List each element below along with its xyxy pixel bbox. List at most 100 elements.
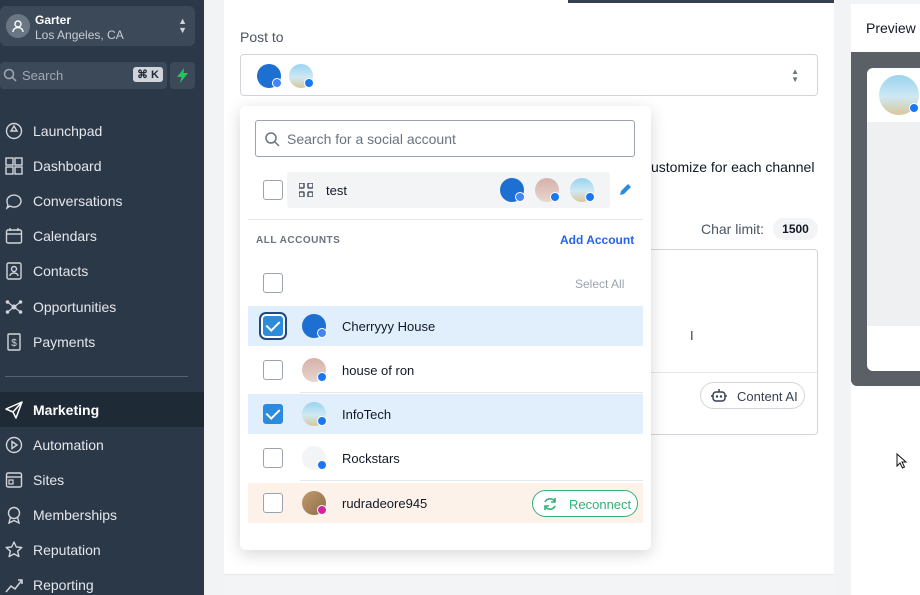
facebook-badge-icon [317, 372, 327, 382]
account-search-input[interactable] [287, 129, 617, 149]
row-divider [300, 480, 643, 481]
sites-icon [5, 471, 23, 489]
sidebar-item-label: Contacts [33, 263, 89, 279]
sidebar-item-label: Reporting [33, 577, 94, 593]
robot-icon [711, 389, 727, 402]
sidebar-search[interactable]: Search ⌘ K [0, 62, 167, 89]
chat-icon [5, 192, 23, 210]
sidebar-item-automation[interactable]: Automation [0, 427, 204, 462]
refresh-icon [544, 498, 556, 510]
account-name: Cherryyy House [342, 319, 436, 334]
google-business-badge-icon [272, 78, 282, 88]
account-row[interactable]: Rockstars [248, 438, 643, 481]
account-checkbox[interactable] [263, 360, 283, 380]
grid-icon [5, 157, 23, 175]
char-limit-value: 1500 [773, 218, 818, 240]
account-row[interactable]: InfoTech [248, 394, 643, 434]
sidebar-item-label: Reputation [33, 542, 101, 558]
reconnect-label: Reconnect [569, 497, 632, 512]
sidebar-item-label: Marketing [33, 402, 100, 418]
receipt-icon: $ [5, 333, 23, 351]
edit-pencil-icon[interactable] [619, 183, 632, 196]
sidebar-item-memberships[interactable]: Memberships [0, 497, 204, 532]
facebook-badge-icon [304, 78, 314, 88]
sidebar-search-placeholder: Search [22, 68, 64, 83]
select-all-checkbox[interactable] [263, 273, 283, 293]
calendar-icon [5, 227, 23, 245]
quick-action-button[interactable] [170, 62, 195, 89]
account-name: rudradeore945 [342, 496, 428, 511]
search-icon [265, 132, 280, 147]
chart-line-icon [5, 576, 23, 594]
facebook-badge-icon [317, 416, 327, 426]
customize-channel-text[interactable]: ustomize for each channel [651, 159, 814, 175]
shortcut-badge: ⌘ K [133, 67, 163, 82]
account-selector[interactable]: ▲ ▼ [240, 54, 818, 96]
location-icon [6, 14, 30, 38]
dropdown-divider [248, 219, 643, 220]
account-checkbox[interactable] [263, 316, 283, 336]
sidebar-item-label: Automation [33, 437, 104, 453]
sidebar-item-calendars[interactable]: Calendars [0, 218, 204, 253]
location-name: Garter [35, 13, 72, 27]
location-switcher[interactable]: Garter Los Angeles, CA ▲ ▼ [0, 6, 195, 46]
account-checkbox[interactable] [263, 404, 283, 424]
account-search[interactable] [255, 120, 635, 157]
send-icon [5, 401, 23, 419]
facebook-badge-icon [585, 192, 595, 202]
group-label: test [326, 183, 347, 198]
account-checkbox[interactable] [263, 448, 283, 468]
group-checkbox[interactable] [263, 180, 283, 200]
account-row[interactable]: house of ron [248, 350, 643, 393]
account-name: house of ron [342, 363, 415, 378]
all-accounts-label: ALL ACCOUNTS [256, 235, 341, 246]
instagram-badge-icon [317, 505, 327, 515]
sidebar-item-label: Conversations [33, 193, 123, 209]
rocket-icon [5, 122, 23, 140]
tab-indicator [568, 0, 834, 3]
add-account-link[interactable]: Add Account [560, 233, 634, 247]
sidebar-item-sites[interactable]: Sites [0, 462, 204, 497]
facebook-badge-icon [550, 192, 560, 202]
select-all-label: Select All [575, 277, 625, 291]
account-dropdown: test ALL ACCOUNTS Add Account Select All… [240, 106, 651, 550]
chevron-updown-icon: ▲ ▼ [791, 67, 799, 84]
group-icon [299, 183, 313, 197]
svg-text:$: $ [11, 338, 17, 349]
account-name: Rockstars [342, 451, 400, 466]
sidebar-item-label: Memberships [33, 507, 118, 523]
sidebar-item-launchpad[interactable]: Launchpad [0, 113, 204, 148]
network-icon [5, 298, 23, 316]
sidebar-item-opportunities[interactable]: Opportunities [0, 289, 204, 324]
google-business-badge-icon [515, 192, 525, 202]
sidebar-item-label: Launchpad [33, 123, 103, 139]
sidebar-item-reputation[interactable]: Reputation [0, 532, 204, 567]
mouse-pointer-icon [896, 453, 908, 469]
sidebar-item-payments[interactable]: $ Payments [0, 324, 204, 359]
facebook-badge-icon [317, 460, 327, 470]
editor-divider [637, 372, 817, 373]
sidebar-item-dashboard[interactable]: Dashboard [0, 148, 204, 183]
content-ai-button[interactable]: Content AI [700, 382, 805, 409]
google-business-badge-icon [317, 328, 327, 338]
sidebar-item-label: Sites [33, 472, 65, 488]
account-checkbox[interactable] [263, 493, 283, 513]
award-icon [5, 506, 23, 525]
nav-divider [5, 376, 188, 377]
sidebar-item-conversations[interactable]: Conversations [0, 183, 204, 218]
reconnect-button[interactable]: Reconnect [532, 490, 638, 517]
star-icon [5, 541, 23, 559]
sidebar-item-reporting[interactable]: Reporting [0, 567, 204, 595]
char-limit-label: Char limit: [701, 221, 765, 237]
account-name: InfoTech [342, 407, 392, 422]
sidebar-item-marketing[interactable]: Marketing [0, 392, 204, 427]
row-divider [300, 392, 643, 393]
account-row[interactable]: Cherryyy House [248, 306, 643, 346]
sidebar: Garter Los Angeles, CA ▲ ▼ Search ⌘ K Lau… [0, 0, 204, 595]
text-cursor-icon: I [690, 328, 694, 343]
account-row[interactable]: rudradeore945 Reconnect [248, 483, 643, 523]
play-circle-icon [5, 436, 23, 454]
location-city: Los Angeles, CA [35, 28, 124, 42]
sidebar-item-contacts[interactable]: Contacts [0, 253, 204, 288]
search-icon [3, 68, 17, 82]
